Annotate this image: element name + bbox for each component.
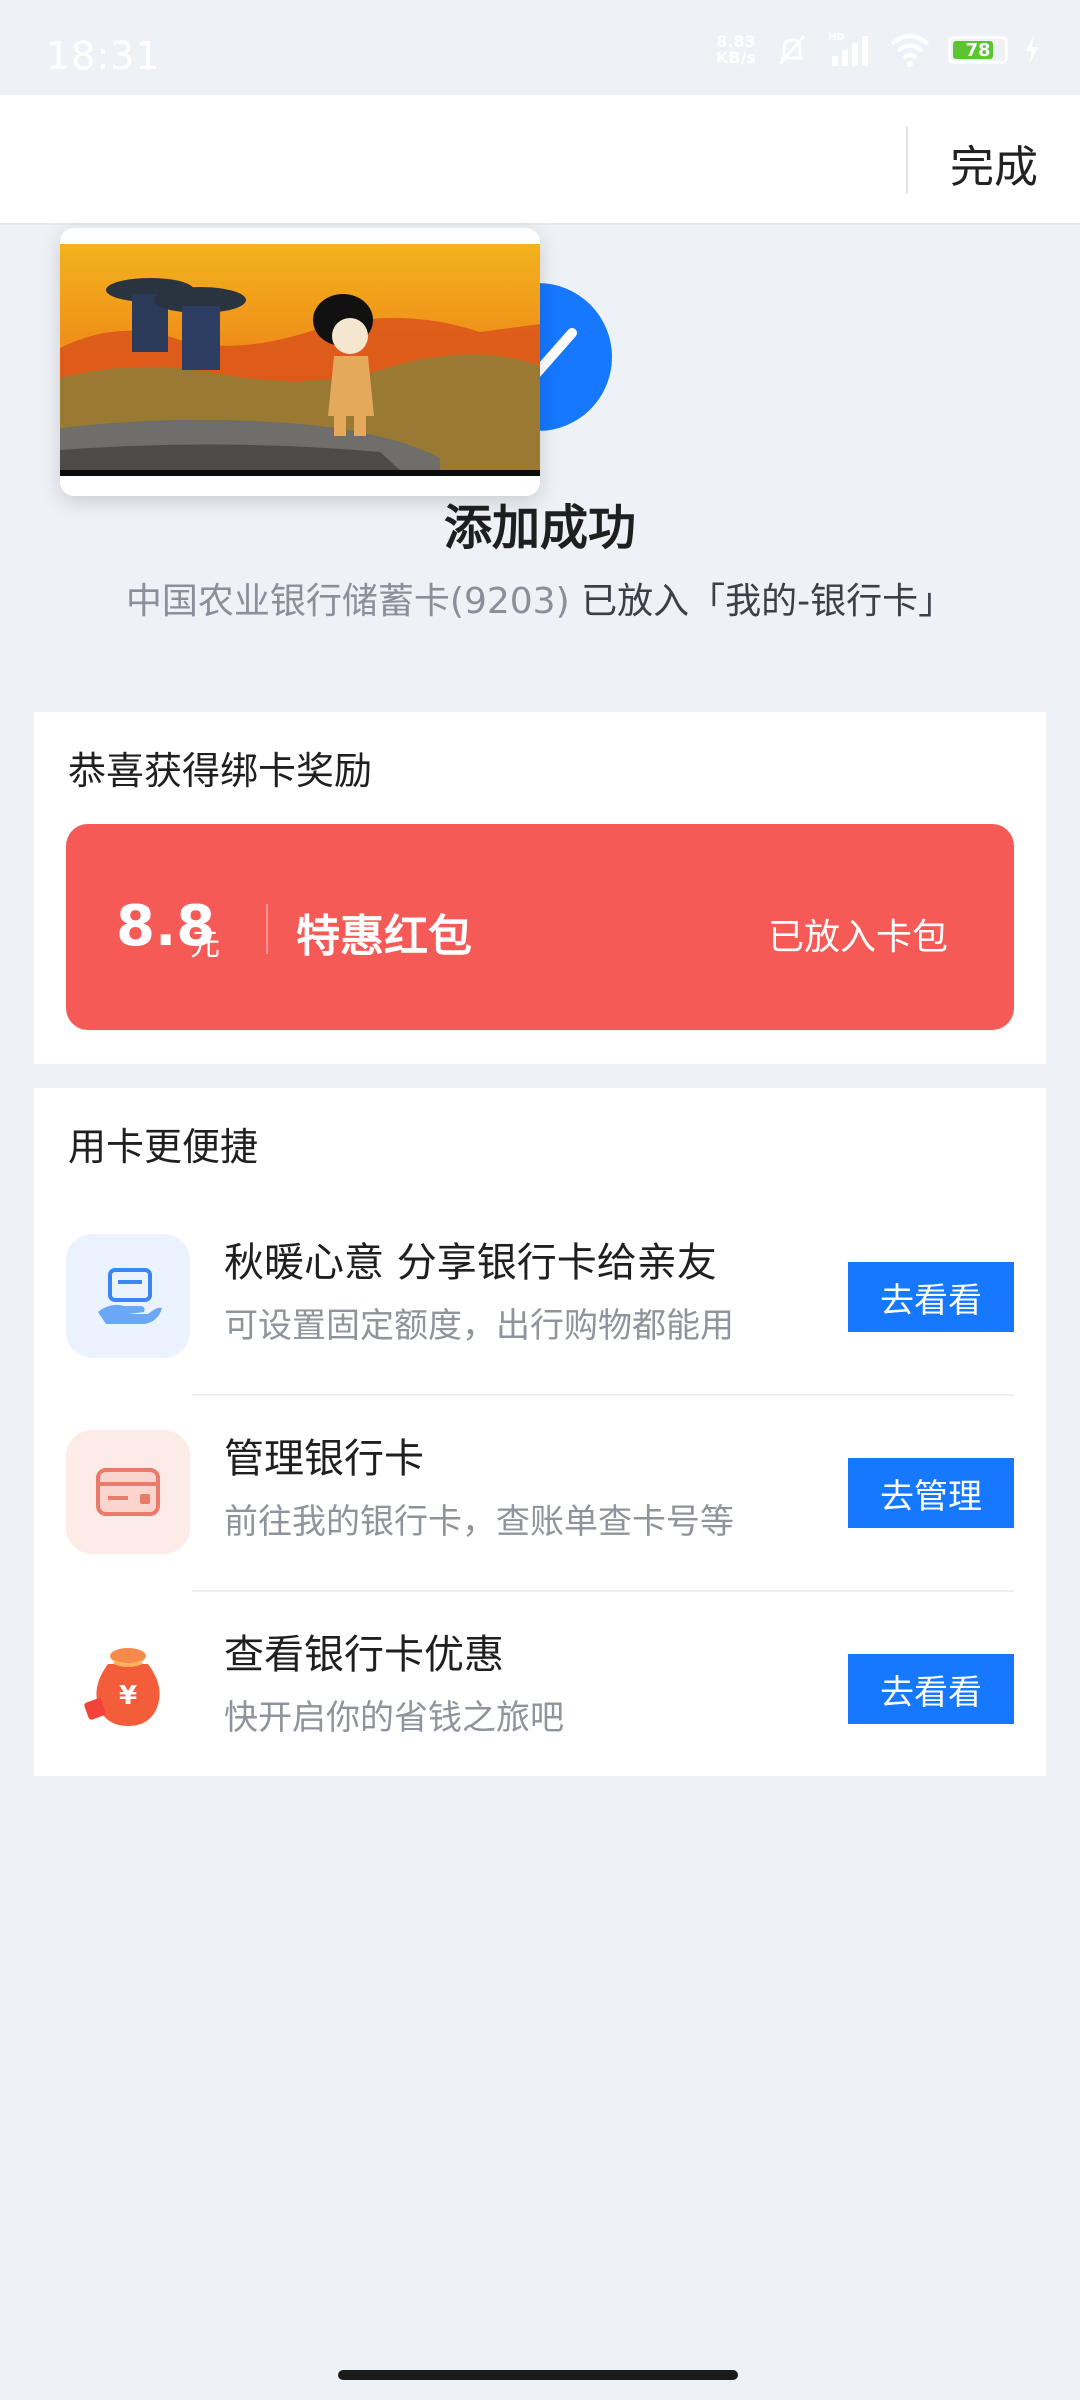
status-time: 18:31 <box>46 34 161 78</box>
share-card-button[interactable]: 去看看 <box>848 1262 1014 1332</box>
header-divider <box>906 127 908 193</box>
card-name: 中国农业银行储蓄卡(9203) <box>125 581 570 622</box>
success-title: 添加成功 <box>443 500 636 556</box>
cellular-signal-icon: HD <box>828 32 868 66</box>
home-indicator[interactable] <box>338 2370 738 2380</box>
red-packet-card[interactable]: 8.8 元 特惠红包 已放入卡包 <box>66 824 1014 1030</box>
status-icons: 8.83 KB/s HD 78 <box>716 30 1040 70</box>
done-button[interactable]: 完成 <box>950 131 1038 195</box>
card-offers-title: 查看银行卡优惠 <box>224 1632 504 1678</box>
bank-card-icon <box>66 1430 190 1554</box>
list-item-manage-card[interactable]: 管理银行卡 前往我的银行卡，查账单查卡号等 去管理 <box>34 1396 1046 1592</box>
success-subtitle: 中国农业银行储蓄卡(9203) 已放入「我的-银行卡」 <box>0 572 1080 624</box>
svg-text:HD: HD <box>828 32 845 43</box>
wifi-icon <box>890 34 930 67</box>
card-offers-button[interactable]: 去看看 <box>848 1654 1014 1724</box>
network-speed-unit: KB/s <box>716 48 756 67</box>
reward-card: 恭喜获得绑卡奖励 8.8 元 特惠红包 已放入卡包 <box>34 712 1046 1064</box>
money-bag-icon: ¥ <box>66 1626 190 1750</box>
svg-text:¥: ¥ <box>119 1681 137 1711</box>
list-item-card-offers[interactable]: ¥ 查看银行卡优惠 快开启你的省钱之旅吧 去看看 <box>34 1592 1046 1788</box>
red-packet-status: 已放入卡包 <box>767 917 948 958</box>
manage-card-title: 管理银行卡 <box>224 1436 424 1482</box>
red-packet-divider <box>266 904 268 954</box>
battery-icon: 78 <box>948 36 1008 64</box>
network-speed: 8.83 KB/s <box>716 34 756 66</box>
status-bar: 18:31 8.83 KB/s HD 78 <box>0 0 1080 95</box>
manage-card-button[interactable]: 去管理 <box>848 1458 1014 1528</box>
red-packet-name: 特惠红包 <box>296 911 472 962</box>
card-location: 已放入「我的-银行卡」 <box>581 581 955 622</box>
top-bar: 完成 <box>0 95 1080 225</box>
charging-icon <box>1026 35 1038 65</box>
list-item-share-card[interactable]: 秋暖心意 分享银行卡给亲友 可设置固定额度，出行购物都能用 去看看 <box>34 1200 1046 1396</box>
battery-percent: 78 <box>965 39 991 61</box>
card-services-section: 用卡更便捷 秋暖心意 分享银行卡给亲友 可设置固定额度，出行购物都能用 去看看 … <box>34 1088 1046 1776</box>
manage-card-subtitle: 前往我的银行卡，查账单查卡号等 <box>224 1502 734 1542</box>
floating-video-window[interactable] <box>60 228 540 496</box>
share-card-subtitle: 可设置固定额度，出行购物都能用 <box>224 1306 734 1346</box>
card-offers-subtitle: 快开启你的省钱之旅吧 <box>224 1698 564 1738</box>
share-card-title: 秋暖心意 分享银行卡给亲友 <box>224 1240 717 1286</box>
services-title: 用卡更便捷 <box>68 1125 259 1169</box>
red-packet-unit: 元 <box>190 928 220 963</box>
bell-off-icon <box>778 35 806 65</box>
reward-title: 恭喜获得绑卡奖励 <box>68 749 373 793</box>
card-hand-icon <box>66 1234 190 1358</box>
